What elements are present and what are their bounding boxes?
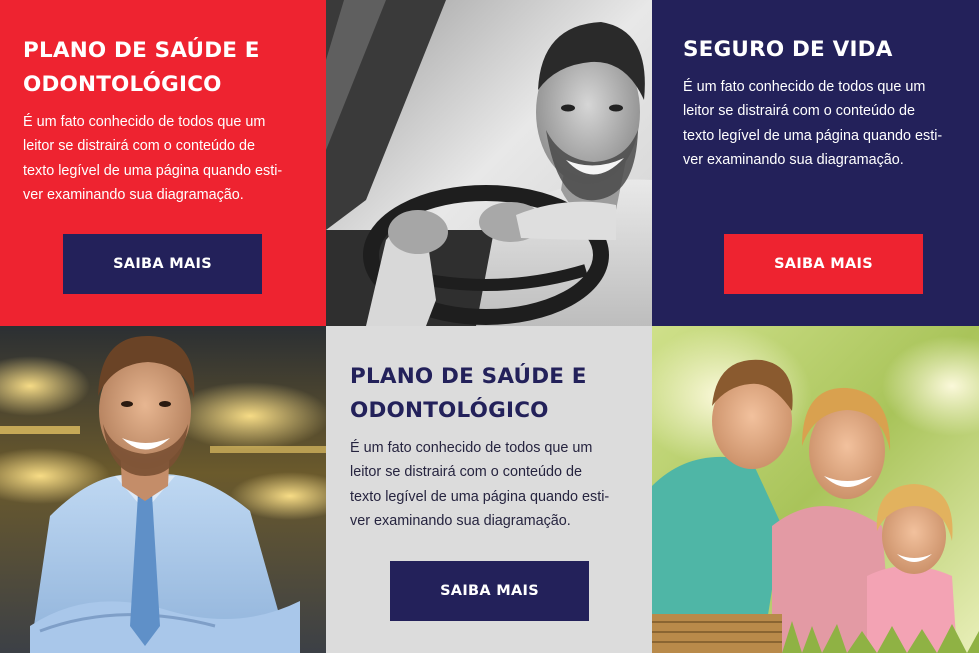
health-plan-title: PLANO DE SAÚDE E ODONTOLÓGICO bbox=[23, 34, 302, 102]
health-plan-bottom-desc-line4: ver examinando sua diagramação. bbox=[350, 513, 571, 530]
health-plan-desc-line1: É um fato conhecido de todos que um bbox=[23, 114, 266, 130]
health-plan-bottom-desc-line3: texto legível de uma página quando esti- bbox=[350, 488, 610, 505]
life-insurance-desc-line3: texto legível de uma página quando esti- bbox=[683, 127, 943, 144]
driver-image bbox=[326, 0, 652, 326]
health-plan-bottom-description: É um fato conhecido de todos que um leit… bbox=[350, 436, 622, 534]
life-insurance-desc-line4: ver examinando sua diagramação. bbox=[683, 152, 904, 169]
driver-photo bbox=[326, 0, 652, 326]
health-plan-card-top: PLANO DE SAÚDE E ODONTOLÓGICO É um fato … bbox=[0, 0, 326, 326]
life-insurance-description: É um fato conhecido de todos que um leit… bbox=[683, 75, 955, 173]
life-insurance-card: SEGURO DE VIDA É um fato conhecido de to… bbox=[652, 0, 979, 326]
health-plan-bottom-title-line1: PLANO DE SAÚDE E bbox=[350, 364, 587, 389]
life-insurance-desc-line2: leitor se distrairá com o conteúdo de bbox=[683, 103, 915, 120]
health-plan-bottom-desc-line1: É um fato conhecido de todos que um bbox=[350, 440, 593, 456]
family-image bbox=[652, 326, 979, 653]
life-insurance-learn-more-button[interactable]: SAIBA MAIS bbox=[724, 234, 923, 294]
health-plan-bottom-title-line2: ODONTOLÓGICO bbox=[350, 398, 549, 423]
businessman-image bbox=[0, 326, 326, 653]
health-plan-title-line1: PLANO DE SAÚDE E bbox=[23, 38, 260, 63]
health-plan-bottom-title: PLANO DE SAÚDE E ODONTOLÓGICO bbox=[350, 360, 628, 428]
health-plan-learn-more-button[interactable]: SAIBA MAIS bbox=[63, 234, 262, 294]
health-plan-card-bottom: PLANO DE SAÚDE E ODONTOLÓGICO É um fato … bbox=[326, 326, 652, 653]
health-plan-desc-line3: texto legível de uma página quando esti- bbox=[23, 162, 283, 179]
businessman-photo bbox=[0, 326, 326, 653]
health-plan-description: É um fato conhecido de todos que um leit… bbox=[23, 110, 295, 208]
health-plan-bottom-learn-more-button[interactable]: SAIBA MAIS bbox=[390, 561, 589, 621]
health-plan-desc-line2: leitor se distrairá com o conteúdo de bbox=[23, 138, 255, 155]
life-insurance-title: SEGURO DE VIDA bbox=[683, 33, 955, 67]
health-plan-title-line2: ODONTOLÓGICO bbox=[23, 72, 222, 97]
life-insurance-desc-line1: É um fato conhecido de todos que um bbox=[683, 79, 926, 95]
insurance-grid: PLANO DE SAÚDE E ODONTOLÓGICO É um fato … bbox=[0, 0, 979, 653]
health-plan-bottom-desc-line2: leitor se distrairá com o conteúdo de bbox=[350, 464, 582, 481]
health-plan-desc-line4: ver examinando sua diagramação. bbox=[23, 187, 244, 204]
family-photo bbox=[652, 326, 979, 653]
life-insurance-title-line1: SEGURO DE VIDA bbox=[683, 37, 893, 62]
